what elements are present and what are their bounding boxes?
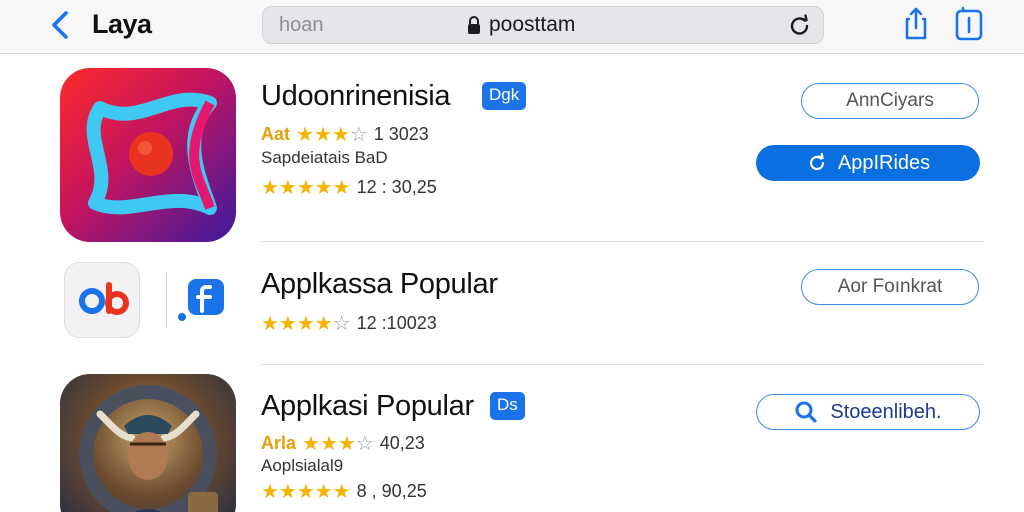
app-subtitle: Sapdeiatais BaD (261, 148, 388, 167)
browser-toolbar: Laya hoan poosttam (0, 0, 1024, 54)
rating-count: 8 , 90,25 (356, 481, 427, 501)
star-rating-icon: ★★★★☆ (261, 313, 351, 335)
lock-icon (468, 16, 480, 34)
row-divider (260, 364, 984, 365)
app-icon-game[interactable] (60, 374, 236, 512)
app-badge: Dgk (482, 82, 527, 110)
address-text: poosttam (489, 13, 576, 36)
back-button[interactable] (46, 8, 76, 42)
app-badge: Ds (490, 392, 525, 420)
chevron-left-icon (52, 11, 68, 39)
star-rating-icon: ★★★☆ (302, 433, 374, 455)
app-title[interactable]: Applkasi Popular (261, 390, 474, 423)
row-divider (260, 241, 984, 242)
app-rating-secondary: ★★★★★ 8 , 90,25 (261, 479, 427, 504)
swirl-logo-icon (86, 92, 217, 215)
reload-icon[interactable] (787, 13, 813, 39)
f-logo-icon (178, 279, 224, 321)
share-icon[interactable] (900, 4, 932, 42)
star-rating-icon: ★★★★★ (261, 481, 351, 503)
app-title[interactable]: Applkassa Popular (261, 268, 498, 301)
ob-logo-icon (79, 282, 129, 315)
address-bar[interactable]: hoan poosttam (262, 6, 824, 44)
tabs-icon[interactable] (952, 4, 986, 42)
address-prefix: hoan (279, 14, 324, 36)
primary-action-button[interactable]: AppIRides (756, 145, 980, 181)
app-rating: ★★★★☆ 12 :10023 (261, 311, 437, 336)
rating-count: 1 3023 (373, 124, 429, 144)
back-label[interactable]: Laya (92, 9, 152, 40)
rating-count: 12 : 30,25 (356, 177, 437, 197)
rating-count: 40,23 (379, 433, 425, 453)
rating-count: 12 :10023 (356, 313, 437, 333)
rating-prefix: Arla (261, 433, 297, 453)
secondary-action-button[interactable]: AnnCiyars (801, 83, 979, 119)
search-action-button[interactable]: Stoeenlibeh. (756, 394, 980, 430)
app-rating: Aat ★★★☆ 1 3023 (261, 122, 429, 147)
star-rating-icon: ★★★★★ (261, 177, 351, 199)
star-rating-icon: ★★★☆ (296, 124, 368, 146)
icon-separator (166, 272, 167, 328)
search-icon (795, 401, 817, 423)
secondary-action-button[interactable]: Aor Foınkrat (801, 269, 979, 305)
search-action-label: Stoeenlibeh. (830, 400, 942, 423)
app-icon-ob[interactable] (64, 262, 140, 338)
app-rating-secondary: ★★★★★ 12 : 30,25 (261, 175, 437, 200)
warrior-portrait-icon (79, 385, 218, 512)
app-icon-udoonrinenisia[interactable] (60, 68, 236, 242)
rating-prefix: Aat (261, 124, 291, 144)
app-rating: Arla ★★★☆ 40,23 (261, 431, 425, 456)
app-title[interactable]: Udoonrinenisia (261, 80, 451, 113)
app-icon-f[interactable] (176, 275, 228, 325)
primary-action-label: AppIRides (837, 151, 931, 174)
refresh-icon (809, 152, 824, 171)
app-subtitle: Aoplsialal9 (261, 456, 344, 475)
